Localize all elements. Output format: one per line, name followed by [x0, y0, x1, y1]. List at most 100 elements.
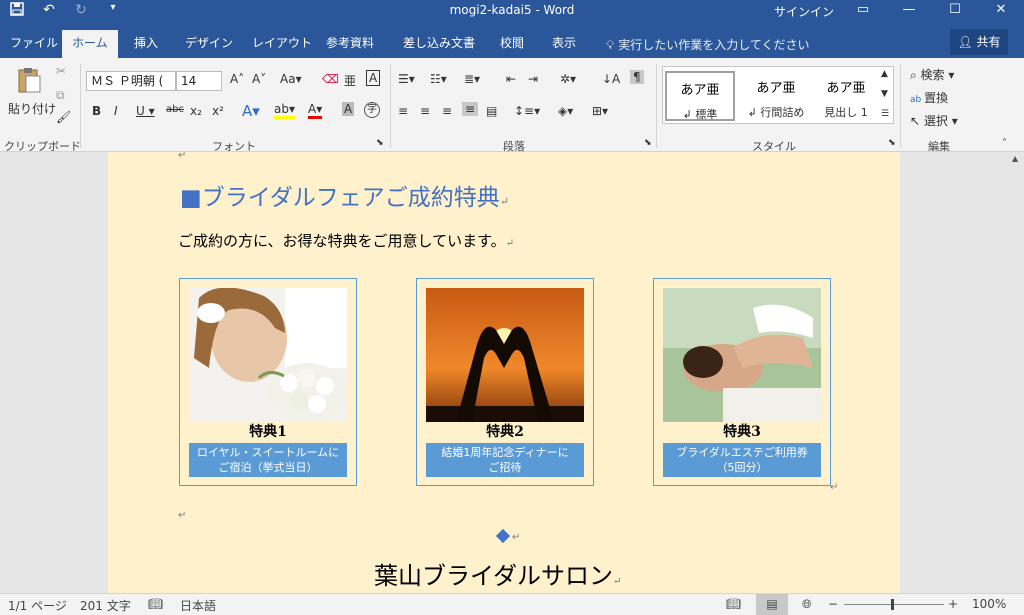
- shrink-font-icon[interactable]: A˅: [252, 72, 266, 86]
- collapse-ribbon-icon[interactable]: ˄: [1002, 138, 1007, 149]
- show-formatting-marks-icon[interactable]: ¶: [630, 70, 644, 84]
- sunset-heart-photo: [426, 288, 584, 422]
- salon-name[interactable]: 葉山ブライダルサロン↵: [374, 556, 621, 591]
- ribbon-display-options-icon[interactable]: ▭: [840, 0, 886, 22]
- grow-font-icon[interactable]: A˄: [230, 72, 244, 86]
- bullets-icon[interactable]: ☰▾: [398, 72, 415, 86]
- text-direction-icon[interactable]: ✲▾: [560, 72, 576, 86]
- zoom-in-button[interactable]: +: [948, 597, 958, 611]
- change-case-icon[interactable]: Aa▾: [280, 72, 302, 86]
- line-spacing-icon[interactable]: ↕≡▾: [514, 104, 540, 118]
- justify-icon[interactable]: ≡: [462, 102, 479, 116]
- replace-button[interactable]: ab 置換: [910, 89, 948, 106]
- enclose-characters-icon[interactable]: 字: [364, 102, 380, 118]
- tab-file[interactable]: ファイル: [0, 32, 68, 58]
- styles-more-icon[interactable]: ☰: [881, 109, 889, 119]
- shading-icon[interactable]: ◈▾: [558, 104, 573, 118]
- ribbon-home: 貼り付け ✂ ⧉ 🖌︎ クリップボード ＭＳ Ｐ明朝 ( 14 A˄ A˅ Aa…: [0, 58, 1024, 153]
- style-no-spacing[interactable]: あア亜 ↲ 行間詰め: [741, 71, 811, 121]
- tell-me-box[interactable]: 💡︎ 実行したい作業を入力してください: [606, 36, 810, 53]
- status-bar: 1/1 ページ 201 文字 📖︎ 日本語 📖︎ ▤ 🌐︎ − + 100%: [0, 593, 1024, 615]
- italic-icon[interactable]: I: [114, 104, 118, 118]
- minimize-button[interactable]: —: [886, 0, 932, 22]
- style-normal[interactable]: あア亜 ↲ 標準: [665, 71, 735, 121]
- increase-indent-icon[interactable]: ⇥: [528, 72, 538, 86]
- format-painter-icon[interactable]: 🖌︎: [56, 110, 71, 124]
- tab-home[interactable]: ホーム: [62, 30, 118, 58]
- print-layout-icon[interactable]: ▤: [756, 594, 788, 615]
- numbering-icon[interactable]: ☷▾: [430, 72, 447, 86]
- read-mode-icon[interactable]: 📖︎: [726, 597, 741, 611]
- character-border-icon[interactable]: A: [366, 70, 381, 86]
- strikethrough-icon[interactable]: abc: [166, 104, 184, 115]
- styles-gallery: あア亜 ↲ 標準 あア亜 ↲ 行間詰め あア亜 見出し 1 ▲ ▼ ☰: [662, 66, 894, 124]
- close-button[interactable]: ✕: [978, 0, 1024, 22]
- vertical-scrollbar[interactable]: ▲: [1008, 152, 1024, 593]
- underline-icon[interactable]: U ▾: [136, 104, 155, 118]
- card-description: ブライダルエステご利用券 （5回分）: [663, 443, 821, 477]
- proofing-icon[interactable]: 📖︎: [148, 597, 163, 611]
- borders-icon[interactable]: ⊞▾: [592, 104, 608, 118]
- benefit-card[interactable]: 特典1 ロイヤル・スイートルームに ご宿泊（挙式当日）: [179, 278, 357, 486]
- distributed-icon[interactable]: ▤: [486, 104, 497, 118]
- zoom-level[interactable]: 100%: [972, 597, 1006, 611]
- tab-layout[interactable]: レイアウト: [242, 32, 322, 58]
- copy-icon[interactable]: ⧉: [56, 88, 65, 103]
- tab-review[interactable]: 校閲: [490, 32, 534, 58]
- maximize-button[interactable]: ☐: [932, 0, 978, 22]
- benefit-card[interactable]: 特典3 ブライダルエステご利用券 （5回分）: [653, 278, 831, 486]
- paste-button[interactable]: 貼り付け: [8, 100, 56, 117]
- align-center-icon[interactable]: ≡: [420, 104, 430, 118]
- zoom-slider-thumb[interactable]: [891, 599, 894, 610]
- clear-formatting-icon[interactable]: ⌫: [322, 72, 339, 86]
- cut-icon[interactable]: ✂: [56, 64, 66, 78]
- character-shading-icon[interactable]: A: [342, 102, 355, 116]
- tab-view[interactable]: 表示: [542, 32, 586, 58]
- decrease-indent-icon[interactable]: ⇤: [506, 72, 516, 86]
- paragraph-dialog-launcher-icon[interactable]: ⬊: [644, 138, 652, 148]
- intro-text[interactable]: ご成約の方に、お得な特典をご用意しています。↵: [178, 230, 514, 251]
- benefit-card[interactable]: 特典2 結婚1周年記念ディナーに ご招待: [416, 278, 594, 486]
- styles-scroll-up-icon[interactable]: ▲: [881, 69, 888, 79]
- paragraph-mark: ↵: [178, 510, 187, 521]
- highlight-icon[interactable]: ab▾: [274, 102, 295, 119]
- font-color-icon[interactable]: A▾: [308, 102, 323, 119]
- font-size-select[interactable]: 14: [176, 71, 222, 91]
- phonetic-guide-icon[interactable]: 亜: [344, 72, 356, 89]
- sort-icon[interactable]: ↓A: [602, 72, 620, 86]
- multilevel-list-icon[interactable]: ≣▾: [464, 72, 480, 86]
- styles-dialog-launcher-icon[interactable]: ⬊: [888, 138, 896, 148]
- tab-mailings[interactable]: 差し込み文書: [393, 32, 485, 58]
- web-layout-icon[interactable]: 🌐︎: [802, 597, 812, 612]
- font-name-select[interactable]: ＭＳ Ｐ明朝 (: [86, 71, 176, 91]
- person-icon: 👤︎: [957, 35, 977, 49]
- language[interactable]: 日本語: [180, 597, 216, 614]
- zoom-out-button[interactable]: −: [828, 597, 838, 611]
- tab-references[interactable]: 参考資料: [316, 32, 384, 58]
- tab-design[interactable]: デザイン: [175, 32, 243, 58]
- scroll-up-icon[interactable]: ▲: [1012, 154, 1018, 163]
- zoom-slider[interactable]: [844, 604, 944, 605]
- select-button[interactable]: ↖ 選択 ▾: [910, 112, 958, 129]
- superscript-icon[interactable]: x²: [212, 104, 224, 118]
- style-heading-1[interactable]: あア亜 見出し 1: [811, 71, 881, 121]
- align-left-icon[interactable]: ≡: [398, 104, 408, 118]
- card-title: 特典2: [486, 424, 524, 440]
- card-title: 特典1: [249, 424, 287, 440]
- subscript-icon[interactable]: x₂: [190, 104, 202, 118]
- title-bar: ↶ ↻ ▾ mogi2-kadai5 - Word サインイン ▭ — ☐ ✕: [0, 0, 1024, 22]
- page-heading[interactable]: ■ブライダルフェアご成約特典↵: [180, 178, 509, 212]
- styles-scroll-down-icon[interactable]: ▼: [881, 89, 888, 99]
- signin-link[interactable]: サインイン: [774, 3, 834, 20]
- align-right-icon[interactable]: ≡: [442, 104, 452, 118]
- share-button[interactable]: 👤︎ 共有: [950, 29, 1008, 55]
- find-button[interactable]: ⌕ 検索 ▾: [910, 66, 954, 83]
- bold-icon[interactable]: B: [92, 104, 101, 118]
- font-dialog-launcher-icon[interactable]: ⬊: [376, 138, 384, 148]
- word-count[interactable]: 201 文字: [80, 597, 131, 614]
- tab-insert[interactable]: 挿入: [124, 32, 168, 58]
- divider: [390, 64, 391, 148]
- paste-icon[interactable]: [14, 66, 46, 96]
- text-effects-icon[interactable]: A▾: [242, 102, 260, 120]
- page-count[interactable]: 1/1 ページ: [8, 597, 67, 614]
